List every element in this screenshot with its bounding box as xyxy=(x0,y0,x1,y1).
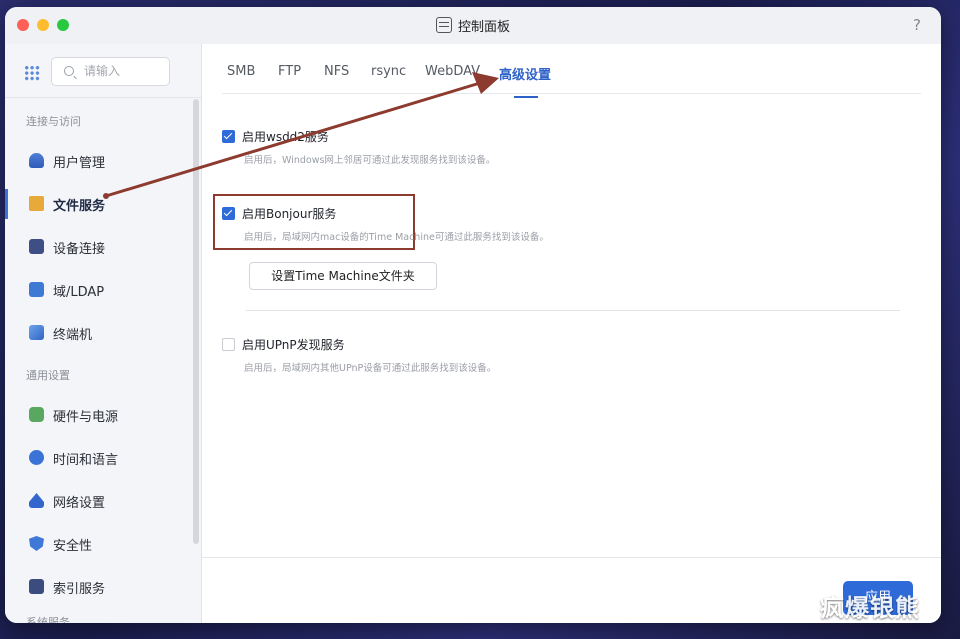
sidebar-item-time-language[interactable]: 时间和语言 xyxy=(5,438,195,478)
sidebar-item-network-settings[interactable]: 网络设置 xyxy=(5,481,195,521)
folder-icon xyxy=(29,196,44,211)
upnp-description: 启用后，局域网内其他UPnP设备可通过此服务找到该设备。 xyxy=(244,363,497,374)
search-box[interactable] xyxy=(51,57,170,86)
sidebar-item-terminal[interactable]: 终端机 xyxy=(5,313,195,353)
group-label-general: 通用设置 xyxy=(26,369,70,382)
sidebar-item-label: 索引服务 xyxy=(53,582,106,597)
sidebar-item-label: 时间和语言 xyxy=(53,453,119,468)
time-machine-folder-button[interactable]: 设置Time Machine文件夹 xyxy=(249,262,437,290)
sidebar-item-index-service[interactable]: 索引服务 xyxy=(5,567,195,607)
title-bar: 控制面板 ? xyxy=(5,7,941,45)
sidebar-item-security[interactable]: 安全性 xyxy=(5,524,195,564)
sidebar-item-label: 设备连接 xyxy=(53,242,106,257)
ldap-icon xyxy=(29,282,44,297)
sidebar-item-user-management[interactable]: 用户管理 xyxy=(5,141,195,181)
wsdd2-checkbox[interactable] xyxy=(222,130,235,143)
sidebar-item-label: 安全性 xyxy=(53,539,93,554)
upnp-label: 启用UPnP发现服务 xyxy=(242,338,345,352)
window-title: 控制面板 xyxy=(457,20,510,35)
app-grid-icon[interactable] xyxy=(24,65,40,81)
group-label-system: 系统服务 xyxy=(26,616,70,623)
sidebar-item-label: 域/LDAP xyxy=(53,285,105,300)
user-icon xyxy=(29,153,44,168)
sidebar-item-label: 硬件与电源 xyxy=(53,410,119,425)
tab-advanced-settings[interactable]: 高级设置 xyxy=(499,64,551,83)
tab-ftp[interactable]: FTP xyxy=(278,64,301,79)
tab-nfs[interactable]: NFS xyxy=(324,64,349,79)
wsdd2-description: 启用后，Windows网上邻居可通过此发现服务找到该设备。 xyxy=(244,155,496,166)
sidebar-item-domain-ldap[interactable]: 域/LDAP xyxy=(5,270,195,310)
power-icon xyxy=(29,407,44,422)
sidebar-item-label: 用户管理 xyxy=(53,156,106,171)
sidebar-item-file-services[interactable]: 文件服务 xyxy=(5,184,195,224)
index-icon xyxy=(29,579,44,594)
search-icon xyxy=(64,66,74,76)
sliders-icon xyxy=(435,17,452,33)
footer-divider xyxy=(202,557,941,558)
bonjour-label: 启用Bonjour服务 xyxy=(242,207,337,221)
section-divider xyxy=(246,310,900,311)
wsdd2-label: 启用wsdd2服务 xyxy=(242,130,329,144)
network-icon xyxy=(29,493,44,508)
sidebar-item-label: 网络设置 xyxy=(53,496,106,511)
shield-icon xyxy=(29,536,44,551)
sidebar-divider xyxy=(5,97,201,98)
sidebar-item-label: 文件服务 xyxy=(53,199,106,214)
terminal-icon xyxy=(29,325,44,340)
tab-rsync[interactable]: rsync xyxy=(371,64,406,79)
tab-webdav[interactable]: WebDAV xyxy=(425,64,480,79)
upnp-checkbox[interactable] xyxy=(222,338,235,351)
device-icon xyxy=(29,239,44,254)
main-panel: SMB FTP NFS rsync WebDAV 高级设置 启用wsdd2服务 … xyxy=(202,44,941,623)
bonjour-checkbox[interactable] xyxy=(222,207,235,220)
help-button[interactable]: ? xyxy=(913,16,921,34)
tab-smb[interactable]: SMB xyxy=(227,64,255,79)
control-panel-window: 控制面板 ? 连接与访问 用户管理 文件服务 设备连接 域/LDAP xyxy=(5,7,941,623)
window-title-wrap: 控制面板 xyxy=(5,16,941,35)
sidebar-scrollbar[interactable] xyxy=(193,99,199,544)
search-input[interactable] xyxy=(82,63,166,79)
clock-icon xyxy=(29,450,44,465)
tabs-divider xyxy=(222,93,921,94)
sidebar-item-hardware-power[interactable]: 硬件与电源 xyxy=(5,395,195,435)
watermark-text: 疯爆银熊 xyxy=(820,594,920,622)
active-tab-indicator xyxy=(514,96,538,98)
sidebar-item-label: 终端机 xyxy=(53,328,93,343)
sidebar-item-device-connection[interactable]: 设备连接 xyxy=(5,227,195,267)
group-label-connection: 连接与访问 xyxy=(26,115,81,128)
bonjour-description: 启用后，局域网内mac设备的Time Machine可通过此服务找到该设备。 xyxy=(244,232,549,243)
sidebar: 连接与访问 用户管理 文件服务 设备连接 域/LDAP 终端机 通用设置 硬件与… xyxy=(5,44,202,623)
